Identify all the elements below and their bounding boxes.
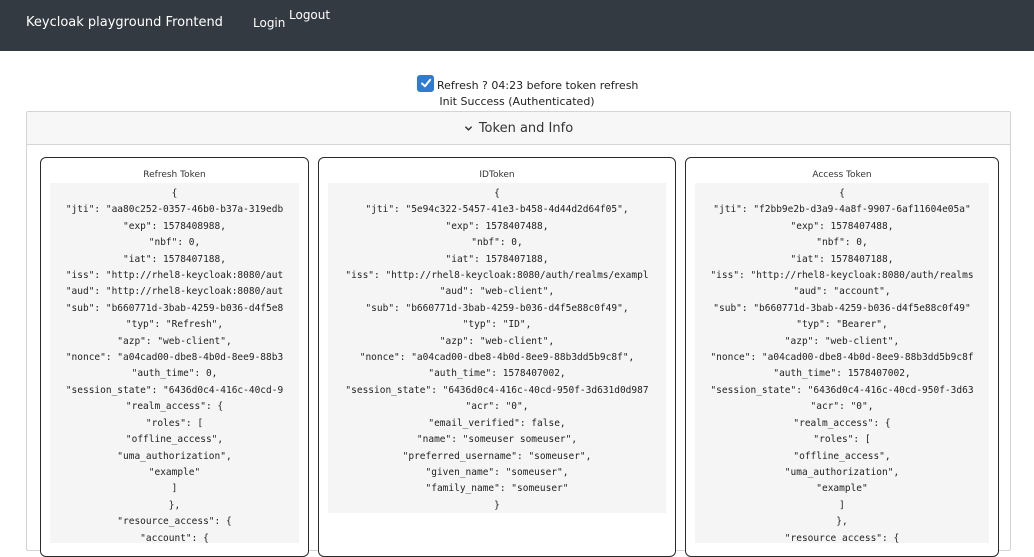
- json-line: "resource_access": {: [117, 516, 232, 528]
- json-line: "nbf": 0,: [816, 237, 868, 249]
- refresh-token-json: { "jti": "aa80c252-0357-46b0-b37a-319edb "…: [50, 183, 299, 543]
- json-line: "azp": "web-client",: [784, 335, 900, 347]
- json-line: "iat": 1578407188,: [790, 253, 894, 265]
- json-line: "acr": "0",: [810, 401, 874, 413]
- json-line: {: [494, 188, 500, 199]
- brand-title[interactable]: Keycloak playground Frontend: [26, 14, 223, 32]
- json-line: "offline_access",: [793, 450, 891, 462]
- json-line: "name": "someuser someuser",: [416, 434, 578, 446]
- json-line: },: [836, 516, 848, 528]
- json-line: "auth_time": 1578407002,: [428, 368, 566, 380]
- json-line: "uma_authorization",: [117, 450, 232, 462]
- json-line: "roles": [: [145, 417, 204, 429]
- json-line: "iat": 1578407188,: [445, 253, 549, 265]
- json-line: "aud": "web-client",: [439, 286, 555, 298]
- json-line: "realm_access": {: [793, 417, 891, 429]
- json-line: "sub": "b660771d-3bab-4259-b036-d4f5e8: [65, 302, 284, 314]
- refresh-label: Refresh ? 04:23 before token refresh: [437, 79, 639, 92]
- json-line: "iss": "http://rhel8-keycloak:8080/aut: [65, 270, 284, 282]
- json-line: "typ": "ID",: [462, 319, 532, 331]
- logout-link[interactable]: Logout: [289, 7, 330, 23]
- json-line: "exp": 1578407488,: [445, 220, 549, 232]
- json-line: "jti": "f2bb9e2b-d3a9-4a8f-9907-6af11604…: [713, 204, 971, 216]
- json-line: "session_state": "6436d0c4-416c-40cd-950…: [710, 384, 974, 396]
- json-line: {: [839, 188, 845, 199]
- navbar: Keycloak playground Frontend Login Logou…: [0, 0, 1034, 51]
- json-line: "iss": "http://rhel8-keycloak:8080/auth/…: [345, 270, 649, 282]
- json-line: "session_state": "6436d0c4-416c-40cd-950…: [345, 384, 649, 396]
- json-line: "account": {: [140, 532, 209, 543]
- json-line: "given_name": "someuser",: [425, 466, 569, 478]
- json-line: "typ": "Refresh",: [125, 319, 224, 331]
- json-line: "azp": "web-client",: [117, 335, 232, 347]
- json-line: "nonce": "a04cad00-dbe8-4b0d-8ee9-88b3: [65, 352, 284, 364]
- json-line: "offline_access",: [125, 434, 224, 446]
- json-line: ]: [171, 483, 178, 495]
- json-line: "example": [148, 466, 201, 478]
- json-line: "exp": 1578407488,: [790, 220, 894, 232]
- refresh-checkbox[interactable]: [417, 74, 434, 92]
- json-line: "realm_access": {: [125, 401, 224, 413]
- json-line: "sub": "b660771d-3bab-4259-b036-d4f5e88c…: [713, 302, 971, 314]
- json-line: "acr": "0",: [465, 401, 529, 413]
- panel-header[interactable]: Token and Info: [27, 112, 1010, 145]
- init-status: Init Success (Authenticated): [439, 95, 595, 108]
- login-link[interactable]: Login: [253, 15, 285, 31]
- json-line: "example": [816, 483, 868, 495]
- access-token-json: { "jti": "f2bb9e2b-d3a9-4a8f-9907-6af1160…: [695, 183, 989, 543]
- json-line: "nbf": 0,: [471, 237, 523, 249]
- json-line: "auth_time": 0,: [131, 368, 218, 380]
- json-line: "exp": 1578408988,: [123, 220, 226, 232]
- json-line: {: [171, 188, 178, 199]
- json-line: "resource_access": {: [784, 532, 900, 543]
- json-line: "nbf": 0,: [148, 237, 201, 249]
- id-token-title: IDToken: [479, 170, 515, 180]
- id-token-card: IDToken { "jti": "5e94c322-5457-41e3-b458…: [318, 157, 676, 557]
- json-line: "aud": "account",: [793, 286, 891, 298]
- json-line: "roles": [: [813, 434, 871, 446]
- panel-title: Token and Info: [478, 120, 574, 136]
- json-line: "email_verified": false,: [428, 417, 566, 429]
- id-token-json: { "jti": "5e94c322-5457-41e3-b458-4d44d2d…: [328, 183, 666, 513]
- json-line: "iss": "http://rhel8-keycloak:8080/auth/…: [710, 270, 974, 282]
- refresh-token-card: Refresh Token { "jti": "aa80c252-0357-46b…: [40, 157, 309, 557]
- json-line: "family_name": "someuser": [425, 483, 569, 495]
- json-line: "nonce": "a04cad00-dbe8-4b0d-8ee9-88b3dd…: [710, 352, 974, 364]
- json-line: "auth_time": 1578407002,: [773, 368, 911, 380]
- json-line: "iat": 1578407188,: [123, 253, 226, 265]
- json-line: "typ": "Bearer",: [796, 319, 888, 331]
- checkmark-icon: [420, 78, 431, 88]
- json-line: "uma_authorization",: [784, 466, 900, 478]
- json-line: "preferred_username": "someuser",: [402, 450, 592, 462]
- json-line: "nonce": "a04cad00-dbe8-4b0d-8ee9-88b3dd…: [359, 352, 635, 364]
- json-line: }: [494, 499, 500, 511]
- access-token-card: Access Token { "jti": "f2bb9e2b-d3a9-4a8f…: [685, 157, 999, 557]
- json-line: "azp": "web-client",: [439, 335, 555, 347]
- json-line: "sub": "b660771d-3bab-4259-b036-d4f5e88c…: [365, 302, 629, 314]
- access-token-title: Access Token: [812, 170, 872, 180]
- json-line: "session_state": "6436d0c4-416c-40cd-9: [65, 384, 284, 396]
- json-line: "jti": "aa80c252-0357-46b0-b37a-319edb: [65, 204, 284, 216]
- refresh-token-title: Refresh Token: [143, 170, 206, 180]
- json-line: "aud": "http://rhel8-keycloak:8080/aut: [65, 286, 284, 298]
- json-line: "jti": "5e94c322-5457-41e3-b458-4d44d2d6…: [365, 204, 629, 216]
- chevron-down-icon: [464, 124, 473, 133]
- json-line: },: [168, 499, 181, 511]
- json-line: ]: [839, 499, 845, 511]
